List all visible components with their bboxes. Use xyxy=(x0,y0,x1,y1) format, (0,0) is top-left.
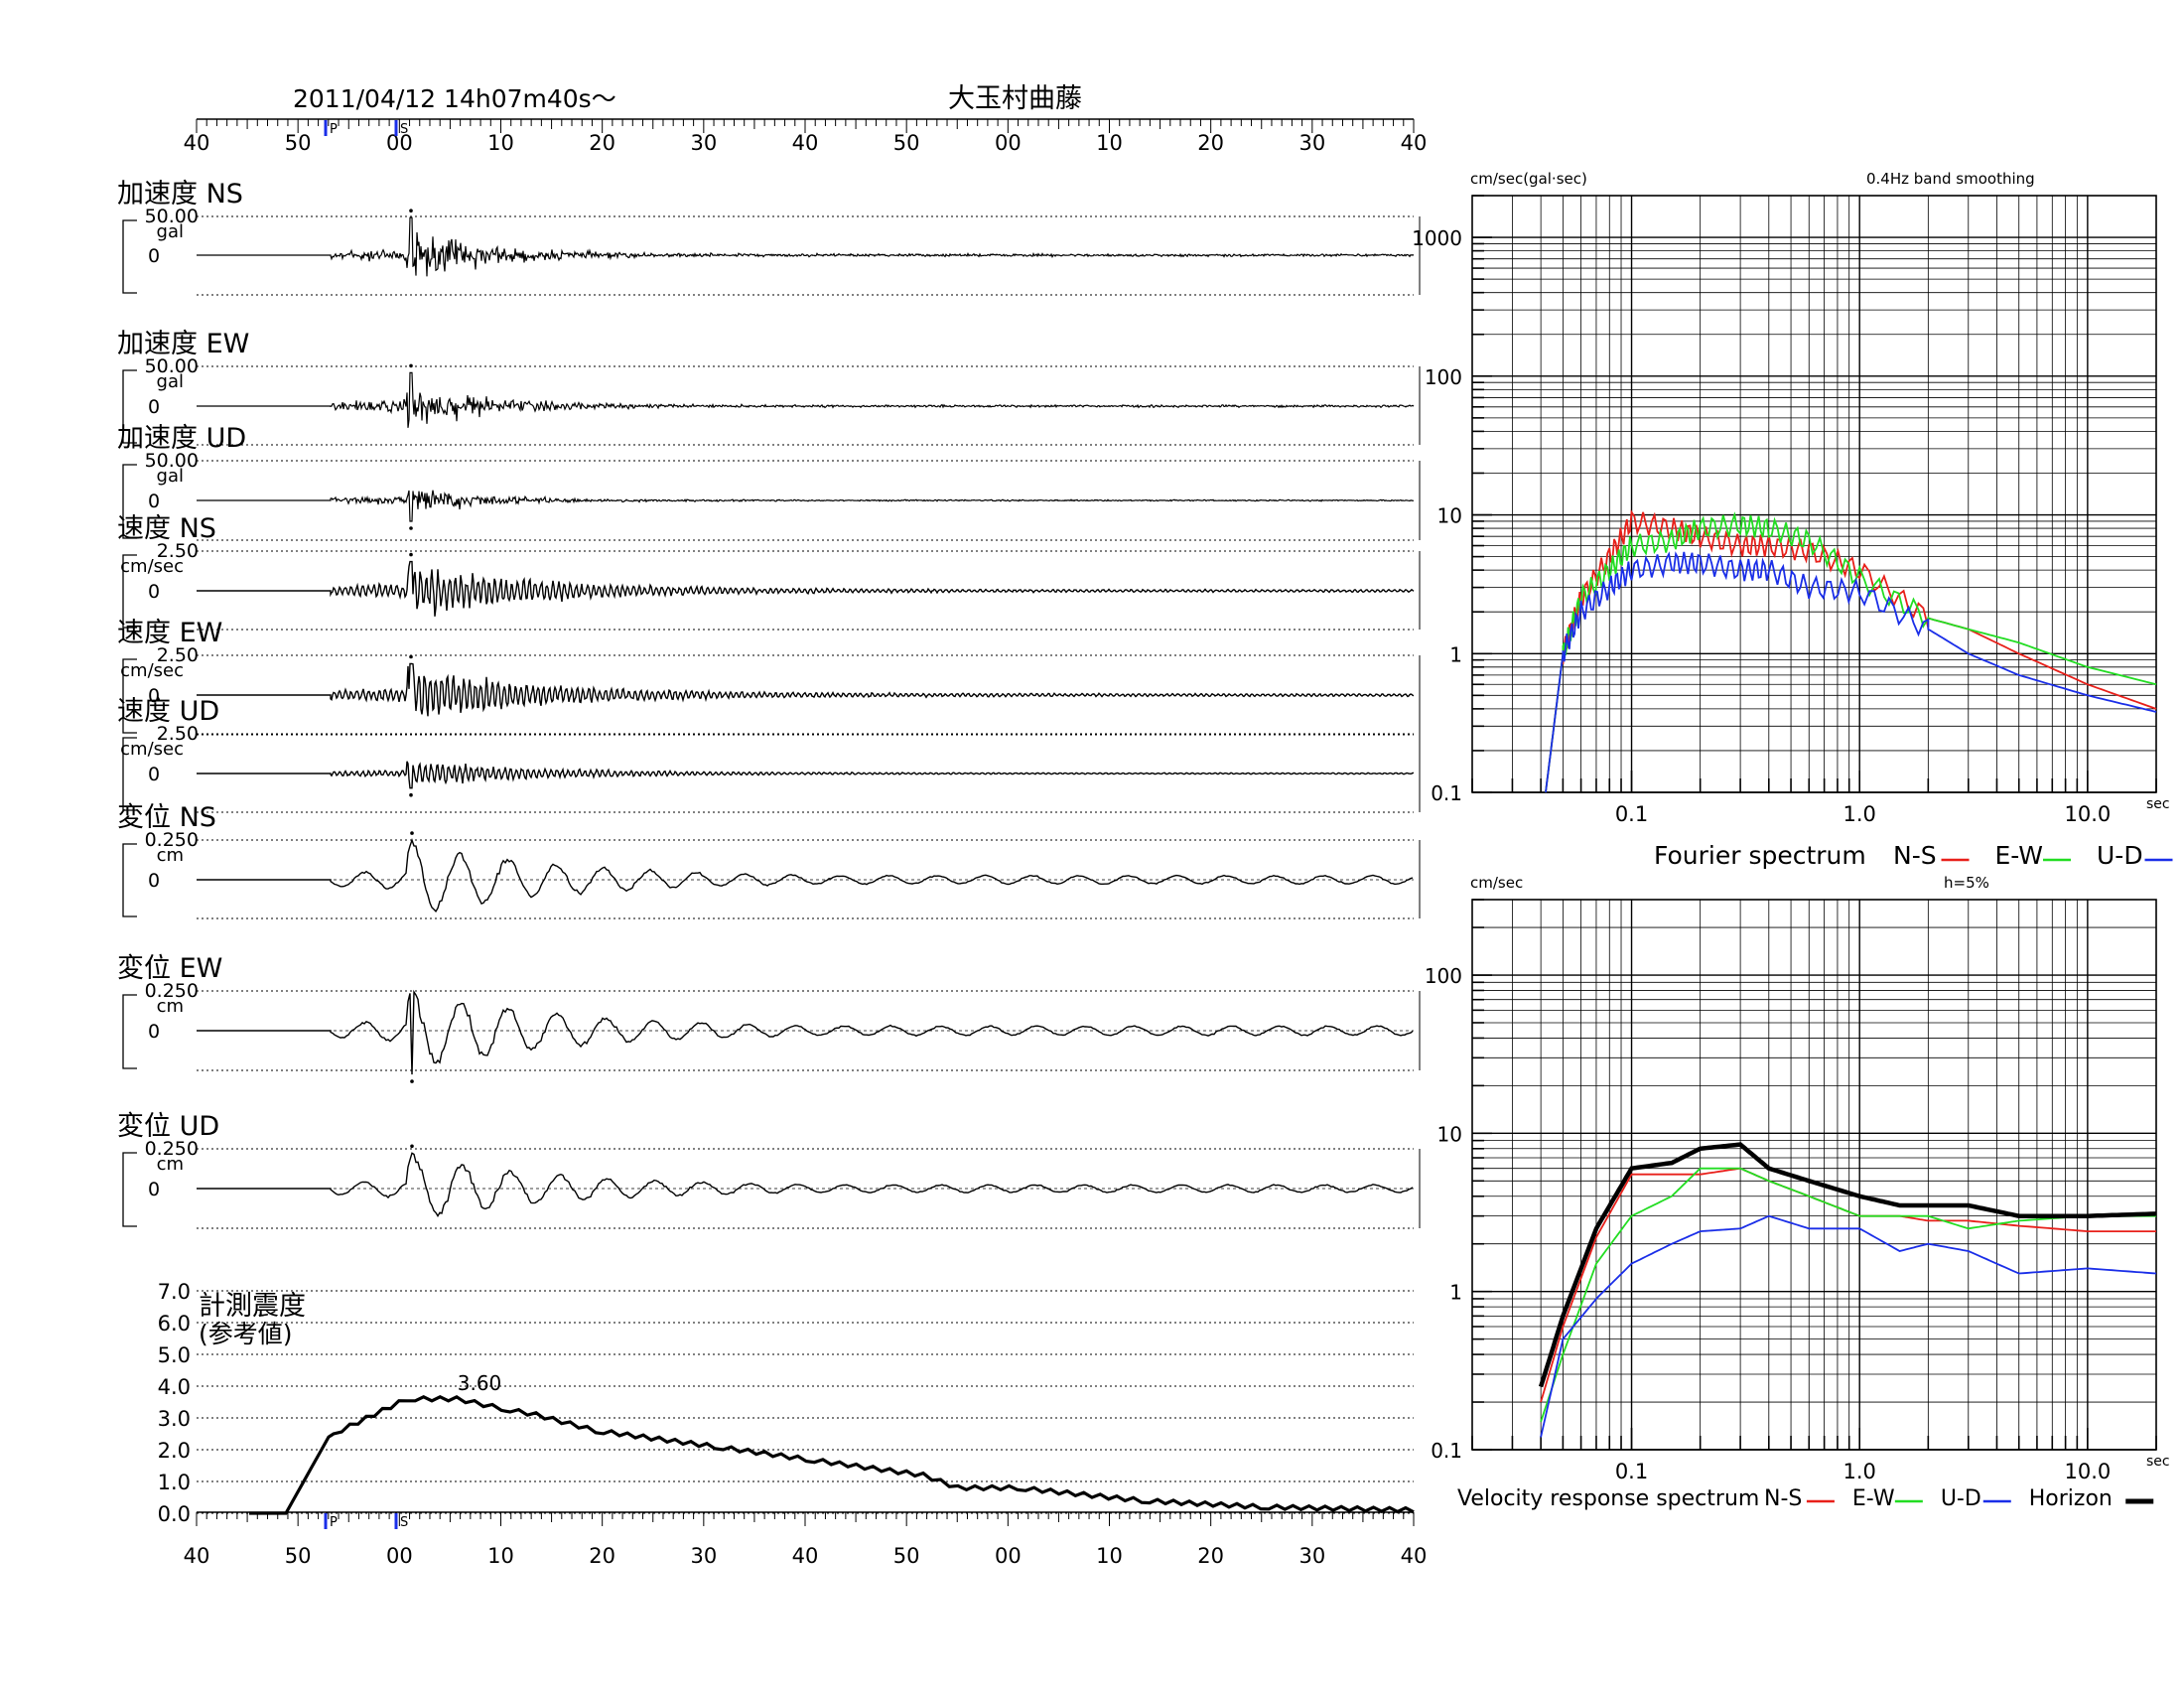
axis-tick-label: 00 xyxy=(995,1544,1022,1568)
legend-title: Velocity response spectrum xyxy=(1457,1486,1759,1511)
y-tick-label: 1 xyxy=(1449,642,1462,666)
trace-unit-label: cm/sec xyxy=(120,556,184,577)
axis-tick-label: 40 xyxy=(1401,1544,1428,1568)
legend-label-n-s: N-S xyxy=(1764,1486,1802,1511)
y-tick-label: 1 xyxy=(1449,1281,1462,1305)
smoothing-note: h=5% xyxy=(1944,874,1989,892)
trace-unit-label: gal xyxy=(157,466,184,487)
axis-tick-label: 40 xyxy=(792,1544,819,1568)
trace-zero-label: 0 xyxy=(148,581,160,603)
peak-marker xyxy=(409,552,413,557)
s-marker-label: S xyxy=(400,1515,408,1530)
trace-unit-label: gal xyxy=(157,371,184,392)
axis-tick-label: 20 xyxy=(1197,1544,1224,1568)
axis-tick-label: 00 xyxy=(386,1544,413,1568)
trace-zero-label: 0 xyxy=(148,1179,160,1200)
legend-label-e-w: E-W xyxy=(1852,1486,1895,1511)
trace-zero-label: 0 xyxy=(148,245,160,267)
axis-tick-label: 20 xyxy=(589,131,615,155)
peak-marker xyxy=(410,1079,414,1083)
axis-tick-label: 10 xyxy=(1096,131,1123,155)
peak-marker xyxy=(409,363,413,368)
axis-tick-label: 50 xyxy=(893,1544,920,1568)
trace-unit-label: gal xyxy=(157,221,184,242)
x-unit-label: sec xyxy=(2146,796,2170,812)
smoothing-note: 0.4Hz band smoothing xyxy=(1866,170,2035,188)
legend-label-e-w: E-W xyxy=(1995,841,2044,870)
s-marker-label: S xyxy=(400,122,408,137)
station-name: 大玉村曲藤 xyxy=(948,83,1082,114)
axis-tick-label: 20 xyxy=(1197,131,1224,155)
trace-unit-label: cm xyxy=(157,996,184,1017)
trace-unit-label: cm xyxy=(157,1154,184,1175)
y-tick-label: 10 xyxy=(1437,1122,1462,1146)
axis-tick-label: 00 xyxy=(995,131,1022,155)
x-tick-label: 0.1 xyxy=(1615,802,1648,826)
x-tick-label: 10.0 xyxy=(2064,802,2111,826)
p-marker-label: P xyxy=(330,1515,338,1530)
intensity-title: 計測震度 xyxy=(199,1291,306,1322)
axis-tick-label: 30 xyxy=(1298,131,1325,155)
intensity-y-tick-label: 2.0 xyxy=(158,1439,191,1463)
peak-marker xyxy=(410,831,414,835)
trace-unit-label: cm/sec xyxy=(120,739,184,760)
y-tick-label: 10 xyxy=(1437,504,1462,528)
seismic-record-figure: 2011/04/12 14h07m40s～ 大玉村曲藤 40 50 00 10 20 30… xyxy=(0,0,2184,1688)
axis-tick-label: 20 xyxy=(589,1544,615,1568)
axis-tick-label: 50 xyxy=(893,131,920,155)
axis-tick-label: 30 xyxy=(690,131,717,155)
y-unit-label: cm/sec xyxy=(1470,874,1523,892)
legend-label-u-d: U-D xyxy=(1941,1486,1981,1511)
peak-marker xyxy=(410,1144,414,1149)
axis-tick-label: 10 xyxy=(487,1544,514,1568)
y-tick-label: 0.1 xyxy=(1431,1439,1462,1463)
trace-zero-label: 0 xyxy=(148,396,160,418)
intensity-y-tick-label: 7.0 xyxy=(158,1280,191,1304)
trace-zero-label: 0 xyxy=(148,764,160,785)
y-tick-label: 100 xyxy=(1425,365,1462,389)
y-tick-label: 100 xyxy=(1425,964,1462,988)
x-tick-label: 10.0 xyxy=(2064,1460,2111,1483)
x-unit-label: sec xyxy=(2146,1454,2170,1470)
intensity-peak-label: 3.60 xyxy=(458,1371,502,1395)
intensity-y-tick-label: 6.0 xyxy=(158,1312,191,1336)
intensity-y-tick-label: 3.0 xyxy=(158,1407,191,1431)
trace-unit-label: cm xyxy=(157,845,184,866)
axis-tick-label: 50 xyxy=(285,1544,312,1568)
axis-tick-label: 40 xyxy=(792,131,819,155)
legend-label-n-s: N-S xyxy=(1893,841,1937,870)
peak-marker xyxy=(409,209,413,212)
x-tick-label: 1.0 xyxy=(1843,802,1875,826)
legend-title: Fourier spectrum xyxy=(1654,841,1866,870)
p-marker-label: P xyxy=(330,122,338,137)
peak-marker xyxy=(409,526,413,530)
y-tick-label: 1000 xyxy=(1412,226,1462,250)
trace-zero-label: 0 xyxy=(148,1021,160,1043)
intensity-y-tick-label: 1.0 xyxy=(158,1471,191,1494)
axis-tick-label: 50 xyxy=(285,131,312,155)
y-unit-label: cm/sec(gal·sec) xyxy=(1470,170,1587,188)
trace-zero-label: 0 xyxy=(148,870,160,892)
intensity-y-tick-label: 0.0 xyxy=(158,1502,191,1526)
axis-tick-label: 40 xyxy=(1401,131,1428,155)
trace-zero-label: 0 xyxy=(148,491,160,512)
axis-tick-label: 40 xyxy=(184,1544,210,1568)
intensity-y-tick-label: 4.0 xyxy=(158,1375,191,1399)
axis-tick-label: 40 xyxy=(184,131,210,155)
legend-label-horizon: Horizon xyxy=(2029,1486,2113,1511)
peak-marker xyxy=(409,792,413,797)
trace-unit-label: cm/sec xyxy=(120,660,184,681)
x-tick-label: 1.0 xyxy=(1843,1460,1875,1483)
axis-tick-label: 10 xyxy=(487,131,514,155)
axis-tick-label: 10 xyxy=(1096,1544,1123,1568)
peak-marker xyxy=(409,654,413,659)
y-tick-label: 0.1 xyxy=(1431,781,1462,805)
axis-tick-label: 30 xyxy=(1298,1544,1325,1568)
intensity-y-tick-label: 5.0 xyxy=(158,1343,191,1367)
axis-tick-label: 30 xyxy=(690,1544,717,1568)
intensity-subtitle: (参考値) xyxy=(199,1320,293,1348)
x-tick-label: 0.1 xyxy=(1615,1460,1648,1483)
record-datetime: 2011/04/12 14h07m40s～ xyxy=(293,84,616,113)
legend-label-u-d: U-D xyxy=(2097,841,2143,870)
